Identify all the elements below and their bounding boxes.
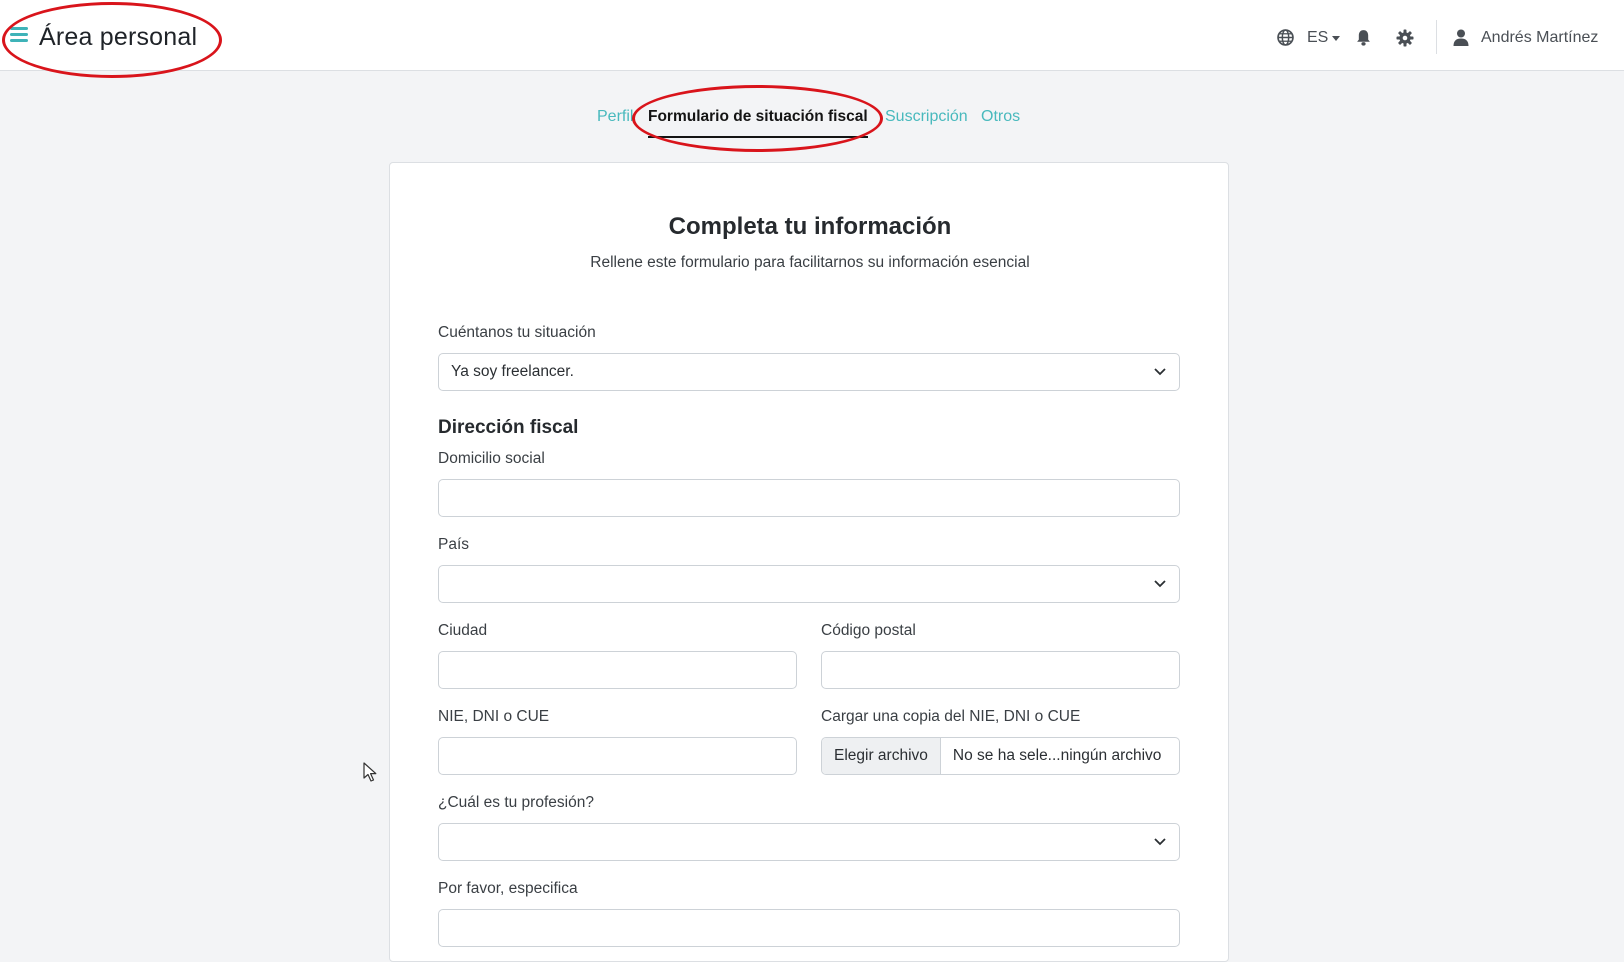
ciudad-label: Ciudad <box>438 622 488 639</box>
domicilio-input[interactable] <box>438 479 1180 517</box>
user-name[interactable]: Andrés Martínez <box>1481 29 1598 47</box>
page-title: Área personal <box>39 23 198 51</box>
form-card: Completa tu información Rellene este for… <box>389 162 1229 962</box>
user-icon[interactable] <box>1453 29 1469 46</box>
pais-select[interactable] <box>438 565 1180 603</box>
nie-label: NIE, DNI o CUE <box>438 708 550 725</box>
active-tab-indicator <box>648 136 868 138</box>
mouse-cursor-icon <box>363 762 377 782</box>
caret-down-icon[interactable] <box>1332 36 1340 41</box>
situation-value: Ya soy freelancer. <box>451 363 574 380</box>
tab-suscripcion[interactable]: Suscripción <box>885 108 968 126</box>
top-bar: Área personal ES Andrés Martínez <box>0 0 1624 71</box>
choose-file-button[interactable]: Elegir archivo <box>822 738 941 774</box>
profesion-label: ¿Cuál es tu profesión? <box>438 794 594 811</box>
codigo-postal-input[interactable] <box>821 651 1180 689</box>
domicilio-label: Domicilio social <box>438 450 545 467</box>
codigo-postal-label: Código postal <box>821 622 916 639</box>
nie-input[interactable] <box>438 737 797 775</box>
file-upload-field[interactable]: Elegir archivo No se ha sele...ningún ar… <box>821 737 1180 775</box>
chevron-down-icon <box>1154 838 1166 846</box>
language-selector[interactable]: ES <box>1307 29 1328 47</box>
pais-label: País <box>438 536 470 553</box>
especifica-input[interactable] <box>438 909 1180 947</box>
tab-formulario-situacion-fiscal[interactable]: Formulario de situación fiscal <box>648 108 868 126</box>
chevron-down-icon <box>1154 580 1166 588</box>
gear-icon[interactable] <box>1396 29 1414 47</box>
situation-select[interactable]: Ya soy freelancer. <box>438 353 1180 391</box>
tab-otros[interactable]: Otros <box>981 108 1020 126</box>
form-title: Completa tu información <box>668 213 952 240</box>
chevron-down-icon <box>1154 368 1166 376</box>
bell-icon[interactable] <box>1356 29 1371 46</box>
menu-icon[interactable] <box>10 27 28 43</box>
upload-label: Cargar una copia del NIE, DNI o CUE <box>821 708 1081 725</box>
form-subtitle: Rellene este formulario para facilitarno… <box>590 254 1030 271</box>
profesion-select[interactable] <box>438 823 1180 861</box>
globe-icon[interactable] <box>1277 29 1294 46</box>
situation-label: Cuéntanos tu situación <box>438 324 596 341</box>
header-divider <box>1436 20 1437 54</box>
address-section-title: Dirección fiscal <box>438 417 579 438</box>
ciudad-input[interactable] <box>438 651 797 689</box>
tab-perfil[interactable]: Perfil <box>597 108 633 126</box>
file-status: No se ha sele...ningún archivo <box>952 747 1162 764</box>
especifica-label: Por favor, especifica <box>438 880 578 897</box>
